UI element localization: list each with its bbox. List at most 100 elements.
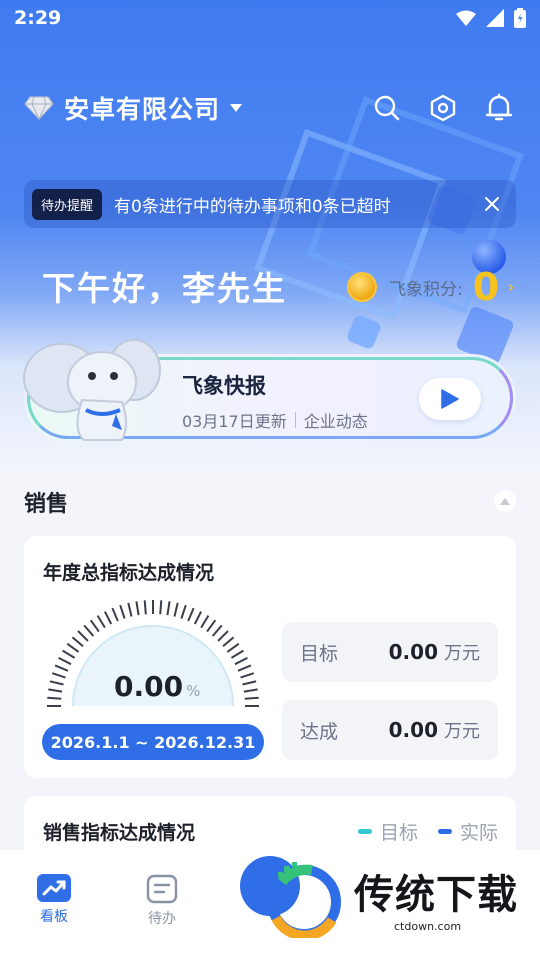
achieved-value: 0.00 — [388, 718, 438, 742]
gauge-tick — [159, 600, 163, 615]
top-actions — [372, 93, 514, 123]
gauge-tick — [47, 696, 62, 700]
search-icon — [374, 95, 400, 121]
gauge-tick — [58, 657, 72, 666]
gauge-tick — [71, 636, 84, 648]
todo-notice-tag: 待办提醒 — [32, 188, 103, 220]
nav-label-todo: 待办 — [148, 911, 176, 927]
section-title-sales: 销售 — [24, 492, 69, 517]
points-label: 飞象积分: — [389, 279, 463, 300]
news-play-button[interactable] — [419, 378, 481, 420]
points-value: 0 — [472, 265, 500, 309]
gauge-tick — [119, 604, 126, 619]
gauge-tick — [48, 688, 63, 693]
target-label: 目标 — [300, 642, 339, 665]
elephant-mascot-icon — [23, 339, 161, 441]
gauge-tick — [143, 600, 147, 615]
legend-target: 目标 — [357, 818, 418, 845]
gauge-unit: % — [186, 682, 201, 700]
chart-trend-icon — [37, 874, 71, 902]
bell-icon — [485, 93, 513, 121]
settings-button[interactable] — [428, 93, 458, 123]
gauge-tick — [83, 624, 95, 637]
gauge-tick — [242, 680, 257, 686]
gauge-tick — [135, 601, 140, 616]
section-collapse-button[interactable] — [494, 490, 516, 512]
company-switcher[interactable]: 安卓有限公司 — [24, 90, 243, 126]
gauge-tick — [243, 688, 258, 693]
coin-icon — [347, 272, 377, 302]
gauge-tick — [217, 630, 229, 642]
caret-up-icon — [500, 497, 510, 505]
gauge-tick — [244, 696, 259, 700]
sales-card-title: 销售指标达成情况 — [43, 822, 196, 844]
watermark-url: ctdown.com — [394, 920, 462, 933]
gauge-tick — [111, 607, 119, 622]
gauge-tick — [234, 657, 248, 666]
gauge-tick — [193, 611, 202, 625]
news-subtitle: 03月17日更新 企业动态 — [182, 408, 368, 432]
legend-actual: 实际 — [437, 818, 498, 845]
gauge-tick — [66, 642, 80, 653]
gauge-tick — [237, 664, 252, 672]
search-button[interactable] — [372, 93, 402, 123]
gauge-tick — [77, 630, 89, 642]
chart-legend: 目标 实际 — [357, 818, 498, 845]
achieved-unit: 万元 — [444, 721, 480, 742]
gauge-tick — [226, 642, 240, 653]
points-entry[interactable]: 飞象积分: 0 › — [347, 268, 514, 306]
gauge-tick — [206, 619, 217, 633]
achieved-stat: 达成 0.00 万元 — [282, 700, 498, 760]
close-icon — [485, 197, 499, 211]
settings-icon — [430, 94, 456, 122]
target-unit: 万元 — [444, 643, 480, 664]
legend-target-label: 目标 — [379, 822, 418, 844]
decor-block — [345, 313, 383, 351]
battery-icon — [514, 8, 526, 28]
notification-button[interactable] — [484, 93, 514, 123]
gauge-value: 0.00% — [114, 670, 200, 703]
greeting-text: 下午好，李先生 — [42, 269, 287, 308]
gauge-tick — [230, 649, 244, 659]
gauge-tick — [200, 615, 210, 629]
nav-item-todo[interactable]: 待办 — [132, 874, 192, 928]
status-icons — [456, 8, 526, 28]
legend-actual-label: 实际 — [459, 822, 498, 844]
target-value: 0.00 — [388, 640, 438, 664]
date-range-button[interactable]: 2026.1.1 ~ 2026.12.31 — [42, 724, 264, 760]
gauge-tick — [211, 624, 223, 637]
annual-card-title: 年度总指标达成情况 — [43, 562, 215, 584]
caret-down-icon — [230, 104, 243, 112]
gauge-tick — [187, 607, 195, 622]
chevron-right-icon: › — [507, 276, 515, 298]
gauge-tick — [89, 619, 100, 633]
watermark: 传统下载 ctdown.com — [262, 862, 522, 940]
nav-label-dashboard: 看板 — [40, 909, 68, 925]
gauge-percent: 0.00 — [114, 670, 184, 703]
todo-notice-text: 有0条进行中的待办事项和0条已超时 — [114, 196, 391, 217]
gauge-tick — [240, 672, 255, 679]
todo-list-icon — [146, 874, 178, 904]
gauge-tick — [166, 601, 171, 616]
target-stat: 目标 0.00 万元 — [282, 622, 498, 682]
annual-target-card: 年度总指标达成情况 0.00% 2026.1.1 ~ 2026.12.31 目标… — [24, 536, 516, 778]
nav-item-dashboard[interactable]: 看板 — [24, 874, 84, 926]
todo-notice-bar[interactable]: 待办提醒 有0条进行中的待办事项和0条已超时 — [24, 180, 516, 228]
gauge-tick — [54, 664, 69, 672]
gauge-tick — [62, 649, 76, 659]
gauge-tick — [173, 602, 179, 617]
play-icon — [441, 389, 459, 409]
gauge-tick — [96, 615, 106, 629]
gauge-tick — [49, 680, 64, 686]
legend-target-swatch — [357, 829, 372, 834]
notice-close-button[interactable] — [478, 190, 506, 218]
gauge-tick — [180, 604, 187, 619]
diamond-icon — [24, 96, 54, 120]
news-category: 企业动态 — [303, 412, 368, 431]
watermark-text: 传统下载 — [354, 872, 518, 918]
watermark-logo-icon — [267, 862, 341, 938]
divider — [294, 412, 296, 428]
signal-icon — [486, 9, 504, 27]
gauge-tick — [104, 611, 113, 625]
gauge-tick — [222, 636, 235, 648]
